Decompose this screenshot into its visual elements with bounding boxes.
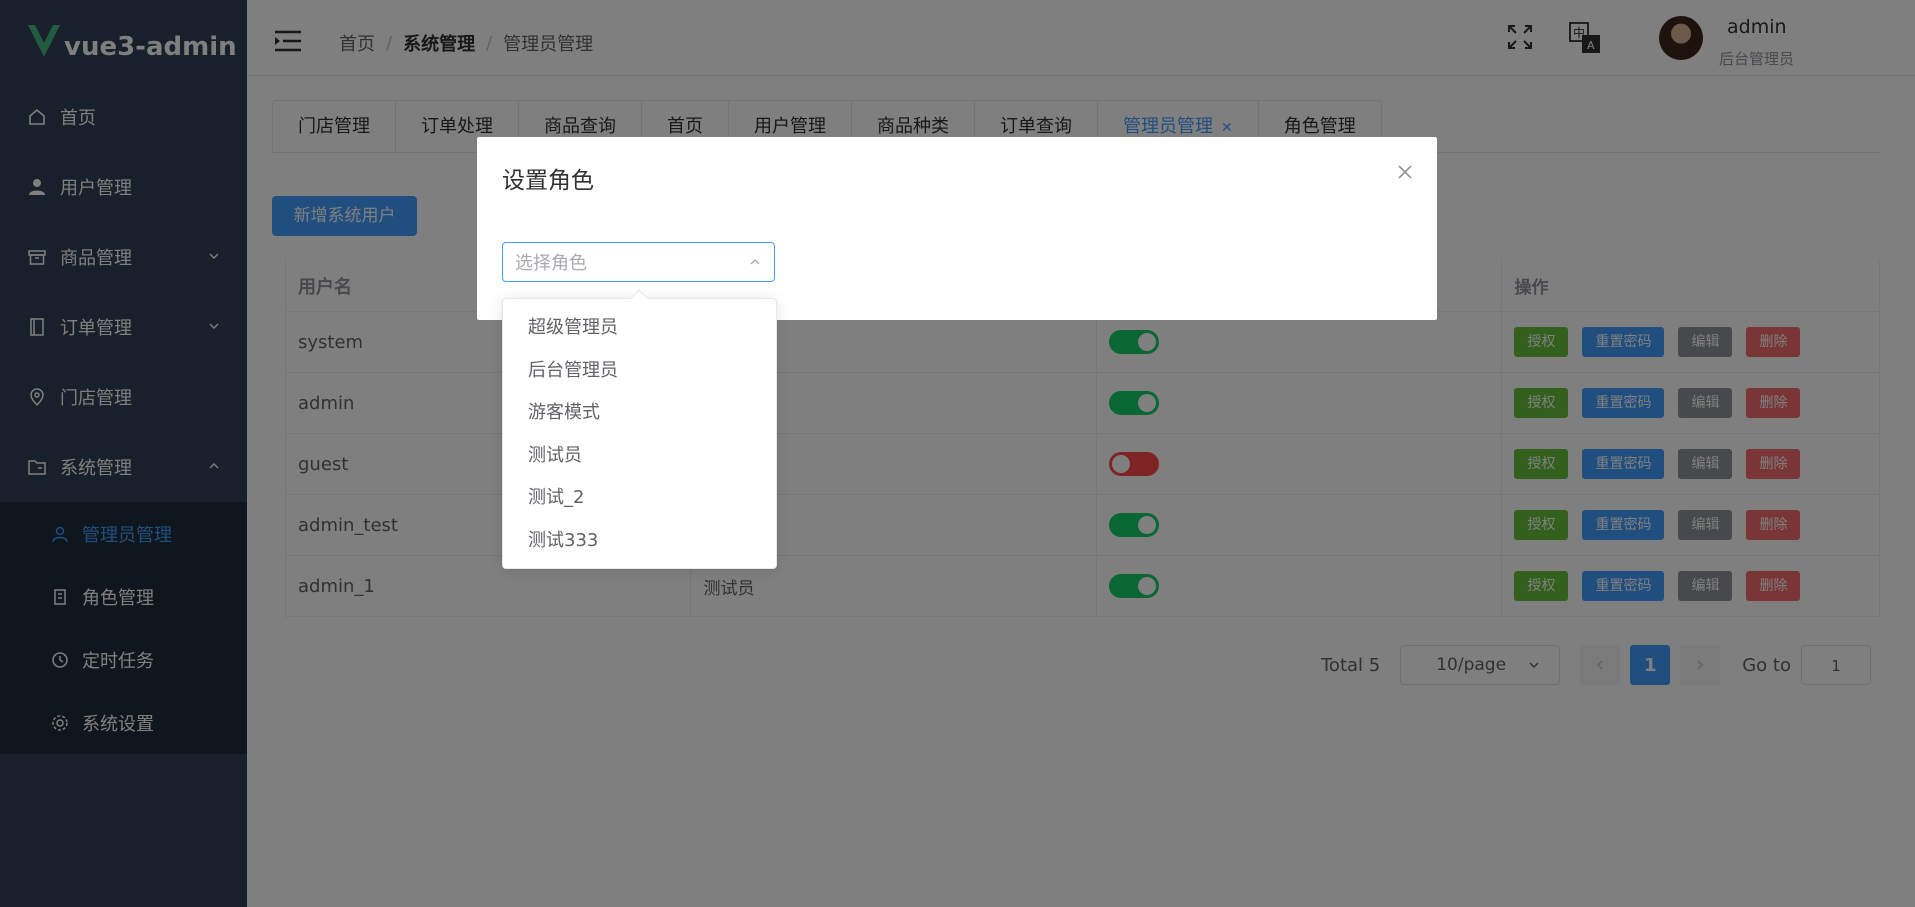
chevron-up-icon [750, 259, 760, 265]
role-option[interactable]: 游客模式 [503, 392, 776, 435]
role-option[interactable]: 超级管理员 [503, 307, 776, 350]
role-select[interactable]: 选择角色 [502, 242, 775, 282]
role-option[interactable]: 测试员 [503, 435, 776, 478]
set-role-dialog: 设置角色 选择角色 [477, 137, 1437, 320]
role-select-placeholder: 选择角色 [515, 253, 587, 274]
role-option[interactable]: 测试333 [503, 520, 776, 563]
dialog-title: 设置角色 [502, 168, 594, 194]
close-icon[interactable] [1396, 163, 1414, 181]
role-option[interactable]: 测试_2 [503, 477, 776, 520]
role-dropdown: 超级管理员 后台管理员 游客模式 测试员 测试_2 测试333 [502, 289, 777, 569]
role-option[interactable]: 后台管理员 [503, 350, 776, 393]
